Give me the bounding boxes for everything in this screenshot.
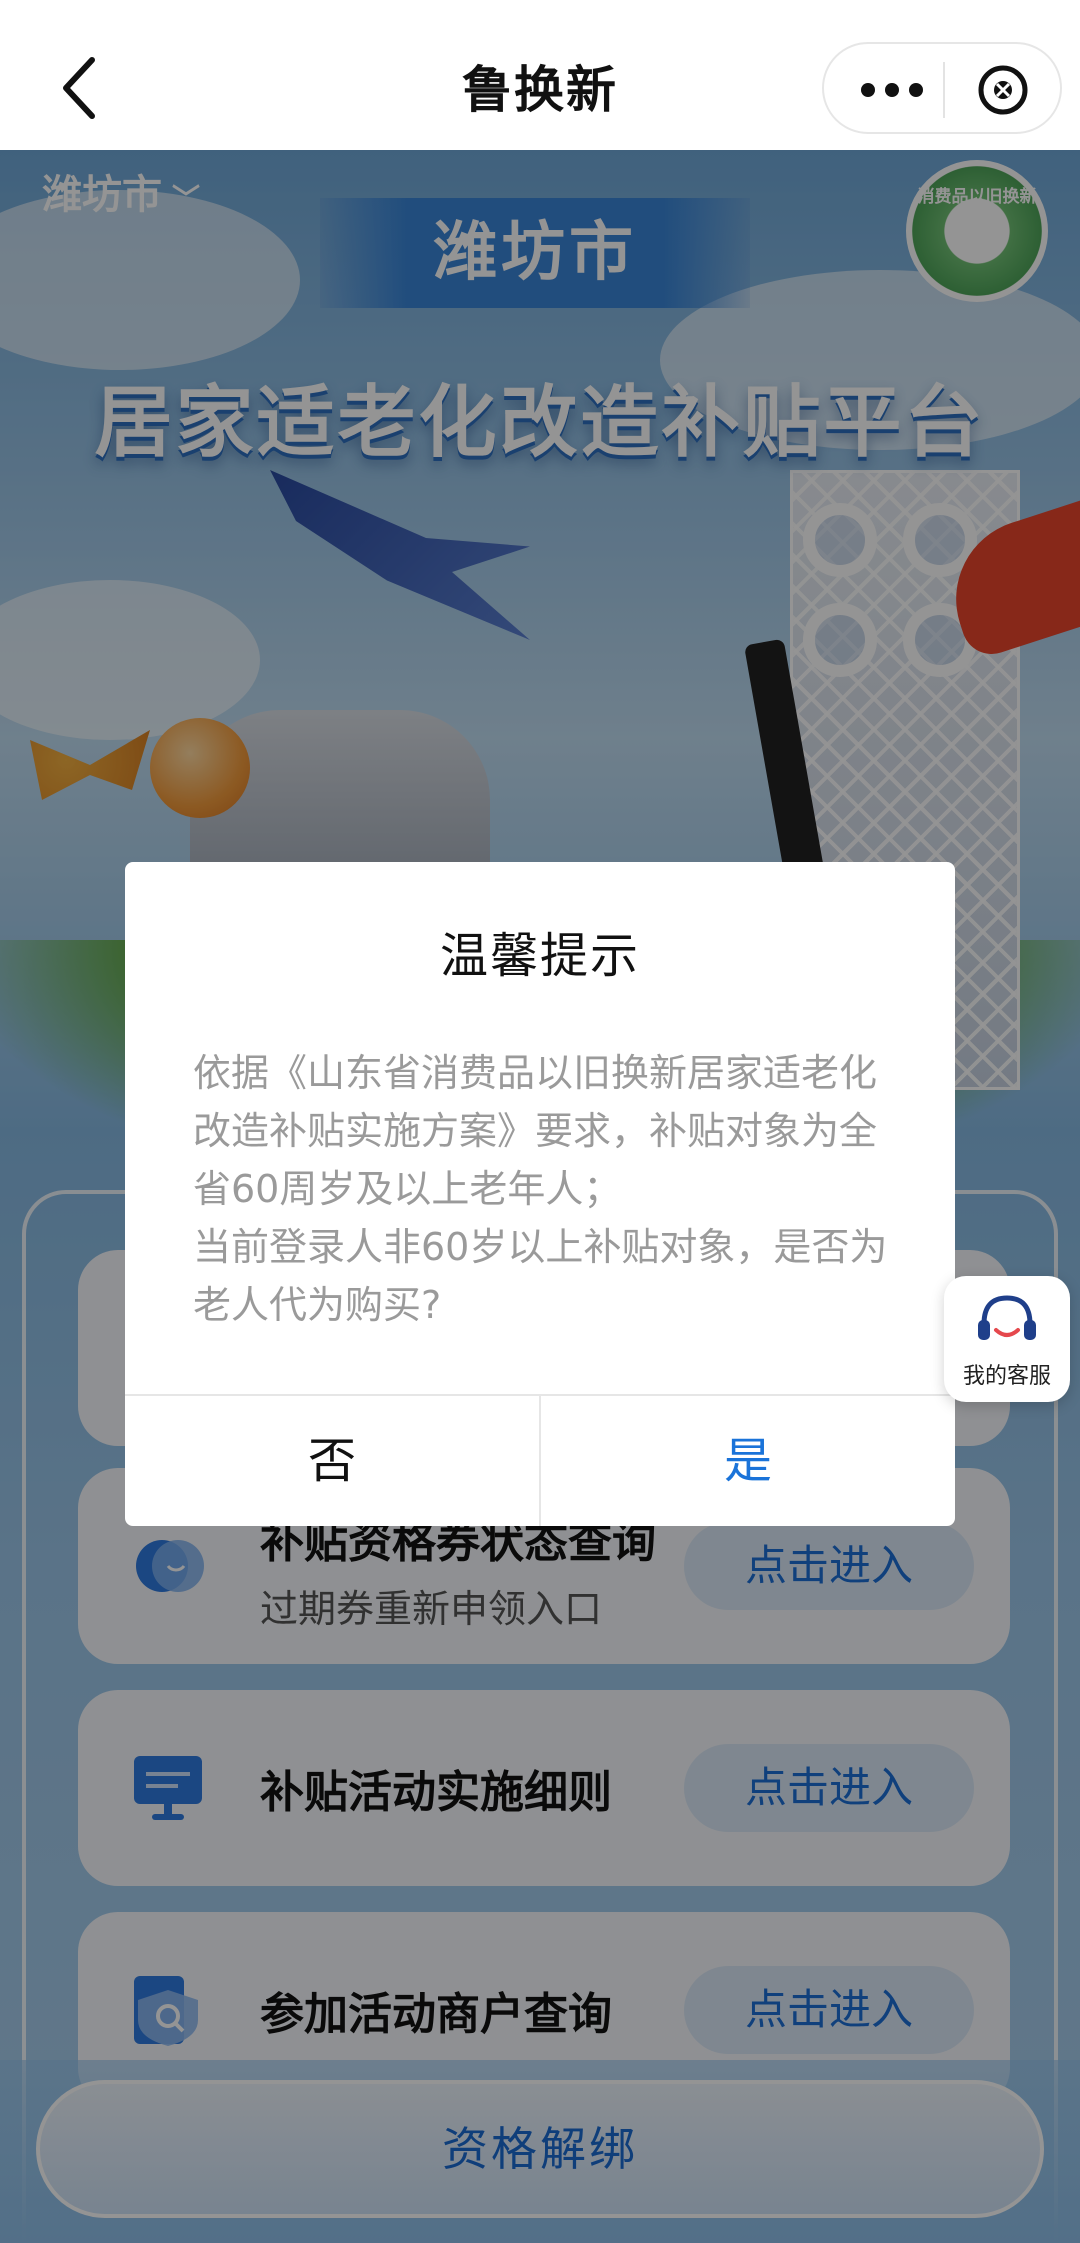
close-circle-icon (978, 65, 1028, 115)
dialog-title: 温馨提示 (439, 928, 640, 984)
tip-dialog: 温馨提示 依据《山东省消费品以旧换新居家适老化改造补贴实施方案》要求，补贴对象为… (125, 862, 955, 1526)
nav-bar: 鲁换新 (0, 0, 1080, 150)
yes-button[interactable]: 是 (541, 1396, 955, 1526)
more-button[interactable] (842, 44, 942, 136)
close-button[interactable] (948, 44, 1058, 136)
customer-service-button[interactable]: 我的客服 (944, 1276, 1070, 1402)
dialog-message: 依据《山东省消费品以旧换新居家适老化改造补贴实施方案》要求，补贴对象为全省60周… (193, 1051, 888, 1327)
headset-icon (978, 1295, 1036, 1340)
capsule-divider (943, 62, 945, 118)
mini-program-capsule (822, 42, 1062, 134)
more-dots-icon (861, 83, 923, 97)
app-page: 鲁换新 潍坊市 ﹀ 潍坊市 居家适老化改造补贴平台 消费品以旧换新 补贴资格券状… (0, 0, 1080, 2243)
no-button[interactable]: 否 (125, 1396, 539, 1526)
customer-service-label: 我的客服 (962, 1364, 1051, 1389)
